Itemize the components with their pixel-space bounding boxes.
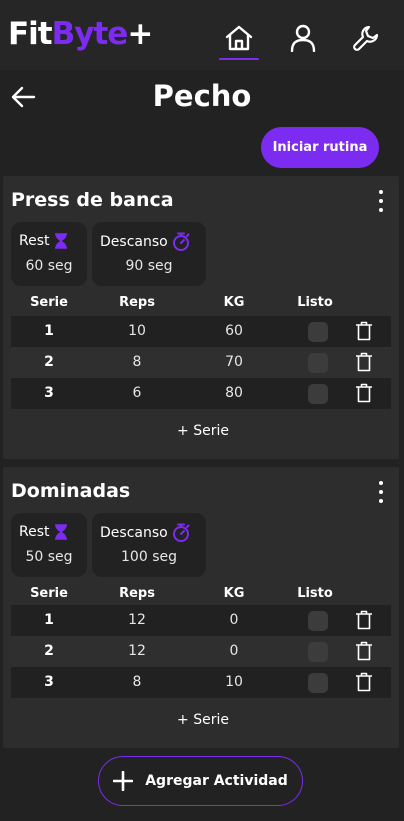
nav-profile-button[interactable] — [283, 18, 323, 58]
column-header-serie: Serie — [30, 295, 68, 310]
exercise-title: Press de banca — [11, 189, 174, 211]
reps-value[interactable]: 12 — [106, 636, 168, 667]
reps-value[interactable]: 8 — [106, 667, 168, 698]
kg-value[interactable]: 70 — [211, 347, 257, 378]
user-icon — [290, 24, 316, 52]
done-checkbox[interactable] — [308, 353, 328, 373]
column-header-kg: KG — [223, 295, 245, 310]
nav-home-button[interactable] — [219, 18, 259, 60]
add-series-button[interactable]: + Serie — [153, 710, 253, 730]
set-number: 1 — [44, 323, 54, 339]
nav-settings-button[interactable] — [346, 18, 386, 58]
kg-value[interactable]: 10 — [211, 667, 257, 698]
rest-label: Rest — [19, 524, 50, 540]
rest-timer[interactable]: Rest 50 seg — [11, 513, 87, 577]
logo-plus: + — [127, 16, 153, 52]
app-logo: FitByte+ — [8, 14, 153, 54]
exercise-title: Dominadas — [11, 480, 131, 502]
kg-value[interactable]: 0 — [211, 636, 257, 667]
home-icon — [225, 25, 253, 51]
logo-text-byte: Byte — [51, 16, 129, 52]
hourglass-icon — [54, 524, 67, 540]
descanso-value: 90 seg — [125, 258, 173, 274]
rest-value: 60 seg — [25, 258, 73, 274]
exercise-card: Dominadas Rest 50 seg Descanso 100 seg S… — [3, 467, 399, 748]
reps-value[interactable]: 6 — [106, 378, 168, 409]
stopwatch-icon — [172, 232, 190, 251]
done-checkbox[interactable] — [308, 673, 328, 693]
set-row: 2 12 0 — [11, 636, 391, 667]
reps-value[interactable]: 8 — [106, 347, 168, 378]
trash-icon[interactable] — [355, 352, 373, 372]
wrench-icon — [353, 25, 379, 51]
column-header-listo: Listo — [297, 295, 333, 310]
done-checkbox[interactable] — [308, 384, 328, 404]
set-number: 2 — [44, 354, 54, 370]
page-title: Pecho — [152, 79, 252, 113]
reps-value[interactable]: 10 — [106, 316, 168, 347]
rest-label: Rest — [19, 233, 50, 249]
set-row: 3 6 80 — [11, 378, 391, 409]
set-row: 1 12 0 — [11, 605, 391, 636]
top-bar: FitByte+ — [0, 0, 404, 70]
add-activity-label: Agregar Actividad — [145, 773, 288, 789]
kg-value[interactable]: 80 — [211, 378, 257, 409]
hourglass-icon — [54, 233, 67, 249]
done-checkbox[interactable] — [308, 611, 328, 631]
descanso-timer[interactable]: Descanso 90 seg — [92, 222, 206, 286]
start-routine-button[interactable]: Iniciar rutina — [261, 127, 379, 168]
column-header-serie: Serie — [30, 586, 68, 601]
column-header-reps: Reps — [119, 586, 155, 601]
descanso-label: Descanso — [100, 233, 168, 250]
trash-icon[interactable] — [355, 321, 373, 341]
column-header-kg: KG — [223, 586, 245, 601]
descanso-timer[interactable]: Descanso 100 seg — [92, 513, 206, 577]
rest-value: 50 seg — [25, 549, 73, 565]
kg-value[interactable]: 60 — [211, 316, 257, 347]
rest-timer[interactable]: Rest 60 seg — [11, 222, 87, 286]
descanso-label: Descanso — [100, 524, 168, 541]
add-series-button[interactable]: + Serie — [153, 421, 253, 441]
kg-value[interactable]: 0 — [211, 605, 257, 636]
column-header-listo: Listo — [297, 586, 333, 601]
done-checkbox[interactable] — [308, 322, 328, 342]
set-row: 2 8 70 — [11, 347, 391, 378]
trash-icon[interactable] — [355, 672, 373, 692]
column-header-reps: Reps — [119, 295, 155, 310]
stopwatch-icon — [172, 523, 190, 542]
set-number: 1 — [44, 612, 54, 628]
descanso-value: 100 seg — [121, 549, 177, 565]
trash-icon[interactable] — [355, 610, 373, 630]
reps-value[interactable]: 12 — [106, 605, 168, 636]
exercise-card: Press de banca Rest 60 seg Descanso 90 s… — [3, 176, 399, 459]
trash-icon[interactable] — [355, 641, 373, 661]
set-row: 3 8 10 — [11, 667, 391, 698]
done-checkbox[interactable] — [308, 642, 328, 662]
page-header: Pecho — [0, 70, 404, 124]
set-number: 3 — [44, 385, 54, 401]
add-activity-button[interactable]: Agregar Actividad — [98, 756, 303, 806]
set-number: 3 — [44, 674, 54, 690]
more-options-icon[interactable] — [377, 481, 385, 503]
plus-icon — [113, 771, 134, 791]
set-number: 2 — [44, 643, 54, 659]
more-options-icon[interactable] — [377, 190, 385, 212]
set-row: 1 10 60 — [11, 316, 391, 347]
trash-icon[interactable] — [355, 383, 373, 403]
logo-text-fit: Fit — [8, 16, 53, 52]
